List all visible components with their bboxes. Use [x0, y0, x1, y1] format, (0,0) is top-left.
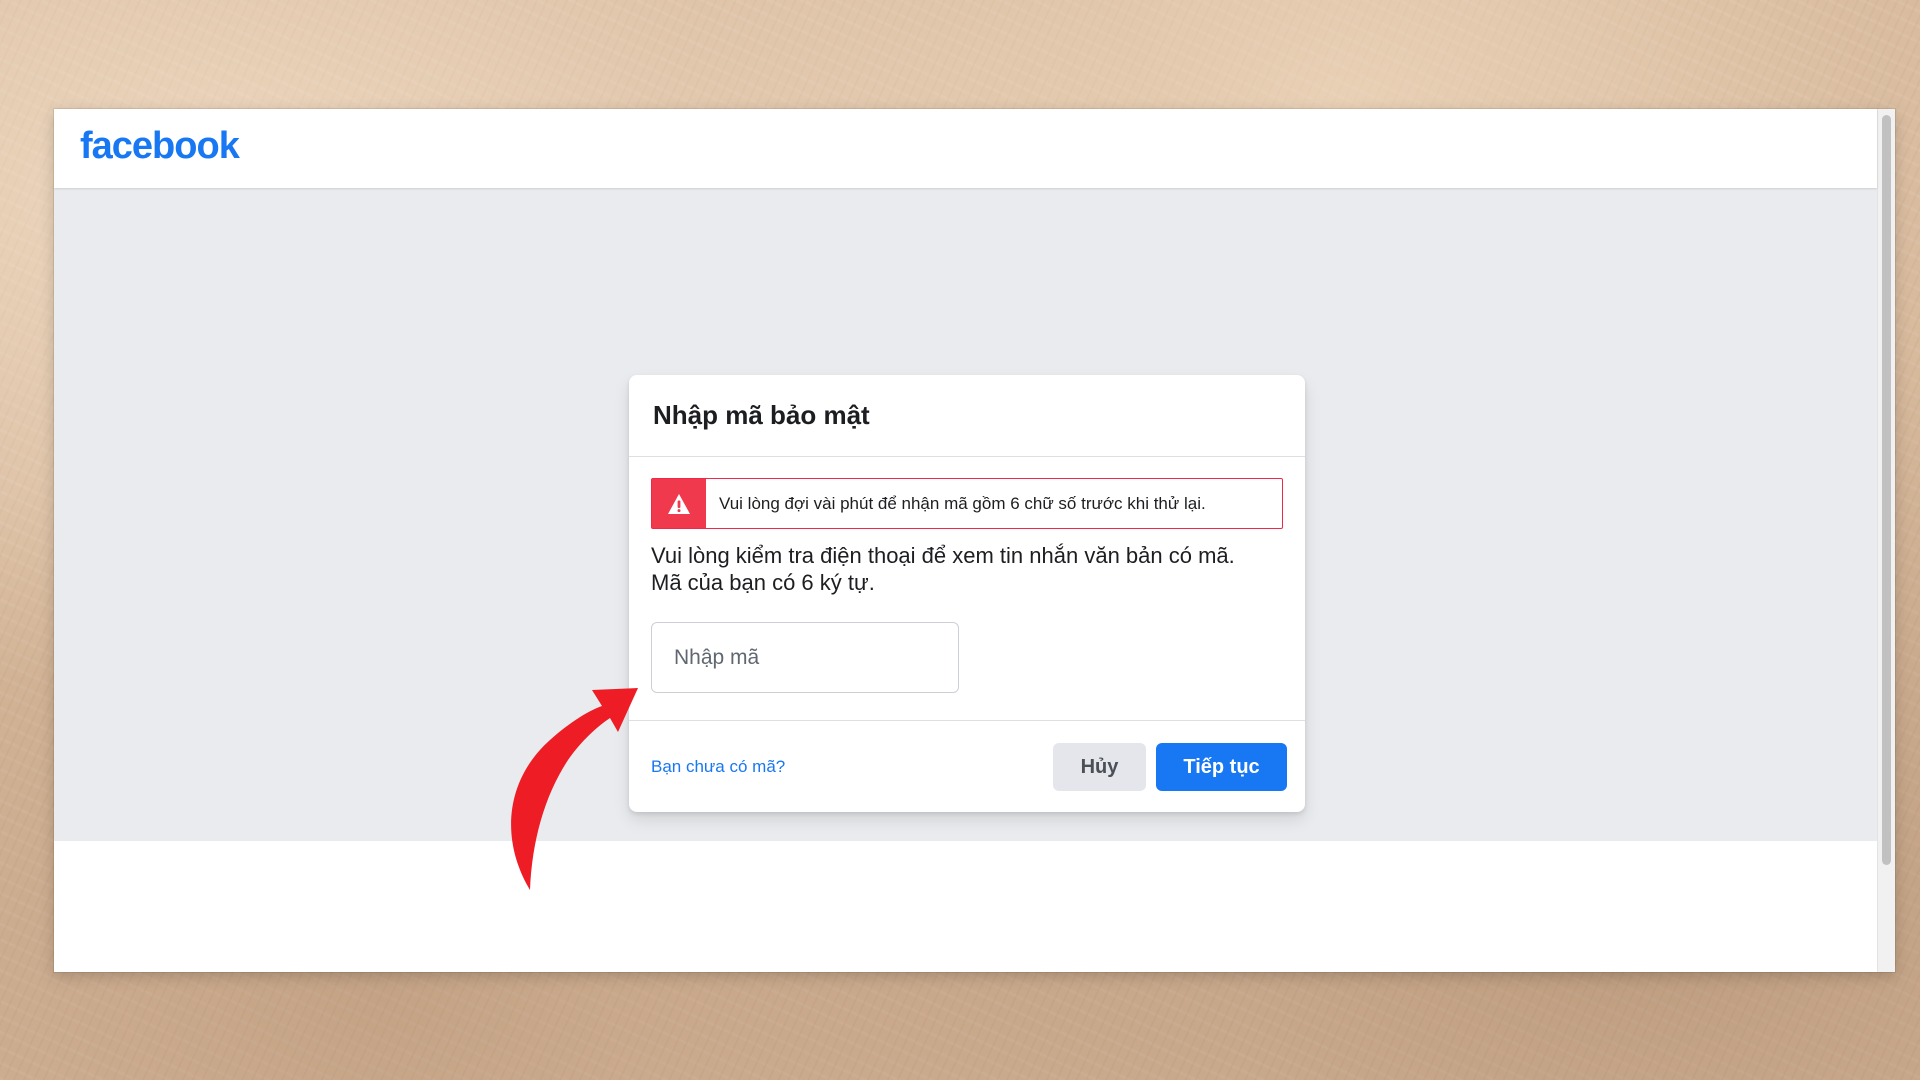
alert-message: Vui lòng đợi vài phút để nhận mã gồm 6 c…: [719, 493, 1206, 513]
dialog-body: Vui lòng đợi vài phút để nhận mã gồm 6 c…: [629, 457, 1305, 720]
dialog-footer: Bạn chưa có mã? Hủy Tiếp tục: [629, 720, 1305, 812]
no-code-link[interactable]: Bạn chưa có mã?: [651, 757, 785, 777]
main-content-area: Nhập mã bảo mật Vui lòng đợi vài phút để…: [54, 188, 1877, 841]
top-navigation-bar: facebook: [54, 109, 1877, 188]
page-footer-area: [54, 841, 1877, 972]
facebook-logo[interactable]: facebook: [80, 125, 240, 168]
cancel-button[interactable]: Hủy: [1053, 743, 1146, 791]
browser-window: facebook Nhập mã bảo mật Vui lòng đợi và…: [54, 109, 1895, 972]
instructions-line-2: Mã của bạn có 6 ký tự.: [651, 570, 875, 595]
error-alert: Vui lòng đợi vài phút để nhận mã gồm 6 c…: [651, 478, 1283, 529]
vertical-scrollbar[interactable]: [1877, 109, 1895, 972]
dialog-header: Nhập mã bảo mật: [629, 375, 1305, 457]
instructions-text: Vui lòng kiểm tra điện thoại để xem tin …: [651, 542, 1283, 596]
scrollbar-thumb[interactable]: [1882, 115, 1891, 865]
continue-button[interactable]: Tiếp tục: [1156, 743, 1287, 791]
instructions-line-1: Vui lòng kiểm tra điện thoại để xem tin …: [651, 543, 1235, 568]
alert-icon-box: [652, 479, 706, 528]
red-arrow-annotation-icon: [511, 688, 638, 890]
warning-triangle-icon: [668, 493, 690, 514]
dialog-title: Nhập mã bảo mật: [653, 400, 870, 430]
security-code-dialog: Nhập mã bảo mật Vui lòng đợi vài phút để…: [629, 375, 1305, 812]
security-code-input[interactable]: [651, 622, 959, 693]
